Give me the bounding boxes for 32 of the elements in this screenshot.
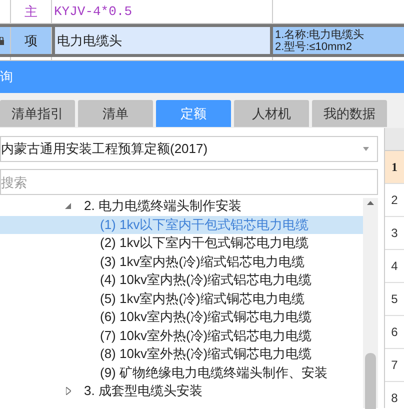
tree-item[interactable]: (7) 10kv室外热(冷)缩式铝芯电力电缆 <box>0 326 363 345</box>
tree-item[interactable]: (6) 10kv室内热(冷)缩式铜芯电力电缆 <box>0 308 363 326</box>
tree-item[interactable]: (9) 矿物绝缘电力电缆终端头制作、安装 <box>0 364 363 382</box>
grid-row[interactable]: 主 KYJV-4*0.5 <box>0 0 404 24</box>
tab[interactable]: 清单指引 <box>0 100 75 127</box>
tree-item[interactable]: 3. 成套型电缆头安装 <box>0 382 363 400</box>
description-line: 2.型号:≤10mm2 <box>275 40 353 52</box>
lock-icon <box>0 36 4 44</box>
dropdown-caret-icon <box>363 147 369 151</box>
tab[interactable]: 人材机 <box>234 100 309 127</box>
scroll-up-icon[interactable] <box>367 201 374 205</box>
collapse-triangle-icon[interactable] <box>64 202 72 210</box>
tab[interactable]: 我的数据 <box>312 100 387 127</box>
tree-item[interactable]: (2) 1kv以下室内干包式铜芯电力电缆 <box>0 234 363 252</box>
row-number[interactable]: 1 <box>385 151 404 184</box>
tab[interactable]: 清单 <box>78 100 153 127</box>
tree-item[interactable]: (3) 1kv室内热(冷)缩式铝芯电力电缆 <box>0 252 363 271</box>
tree-item[interactable]: (8) 10kv室外热(冷)缩式铜芯电力电缆 <box>0 345 363 364</box>
scrollbar[interactable] <box>363 198 378 408</box>
expand-triangle-icon[interactable] <box>64 387 72 396</box>
grid-row[interactable]: 项 电力电缆头 1.名称:电力电缆头 2.型号:≤10mm2 <box>0 24 404 57</box>
table-cell: 主 <box>11 0 52 23</box>
tree-item[interactable]: (4) 10kv室内热(冷)缩式铝芯电力电缆 <box>0 271 363 290</box>
description-line: 1.名称:电力电缆头 <box>275 28 366 40</box>
table-cell: KYJV-4*0.5 <box>52 0 273 23</box>
tree-item[interactable]: 2. 电力电缆终端头制作安装 <box>0 197 363 216</box>
library-dropdown[interactable]: 内蒙古通用安装工程预算定额(2017) <box>0 136 378 162</box>
search-field[interactable]: 搜索 <box>0 169 378 195</box>
table-cell: 电力电缆头 <box>52 27 273 54</box>
scroll-thumb[interactable] <box>365 353 376 409</box>
tree-item[interactable]: (5) 1kv室内热(冷)缩式铜芯电力电缆 <box>0 290 363 308</box>
panel-title: 询 <box>0 68 13 86</box>
